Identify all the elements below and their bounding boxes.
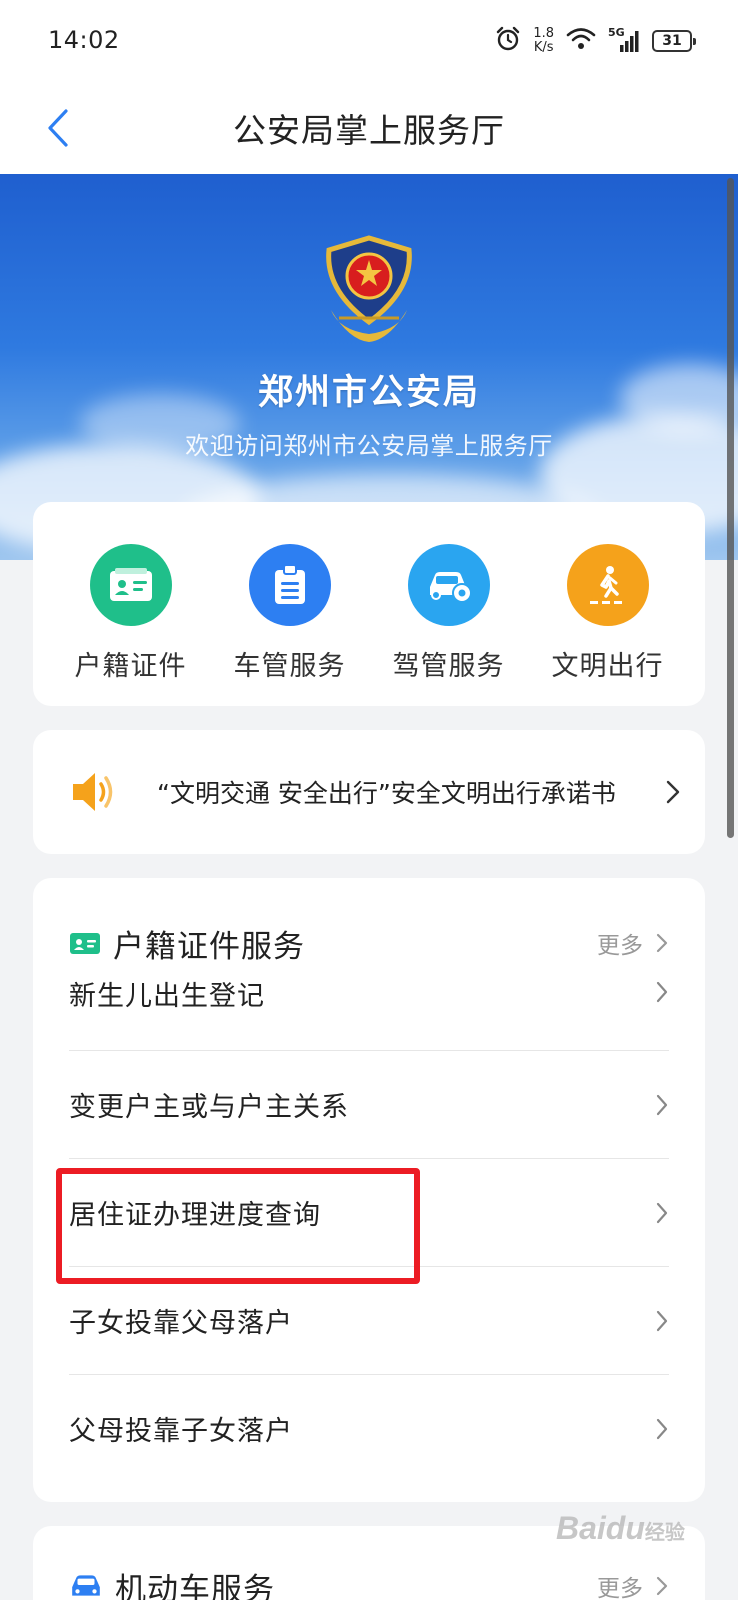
app-screen: 14:02 1.8 K/s 5G 31 公安局掌上服务厅 郑州市公安局 欢迎访问… [0, 0, 738, 1600]
chevron-right-icon [656, 933, 668, 953]
car-icon [72, 1575, 100, 1596]
status-icons: 1.8 K/s 5G 31 [495, 24, 696, 58]
service-row-residence-permit-progress[interactable]: 居住证办理进度查询 [69, 1158, 669, 1266]
scrollbar[interactable] [727, 178, 734, 838]
more-link[interactable]: 更多 [597, 1569, 669, 1600]
section-title: 户籍证件服务 [113, 928, 305, 965]
quick-label: 户籍证件 [74, 651, 187, 682]
chevron-right-icon [656, 1094, 668, 1115]
quick-label: 车管服务 [233, 651, 346, 682]
quick-item-driver[interactable]: 驾管服务 [374, 502, 524, 706]
speaker-icon [73, 773, 113, 811]
banner-title: 郑州市公安局 [257, 373, 480, 413]
watermark-brand: Baidu [556, 1510, 645, 1546]
more-label: 更多 [597, 1576, 643, 1600]
car-gear-icon [407, 544, 490, 626]
service-row-newborn[interactable]: 新生儿出生登记 [69, 974, 669, 1050]
net-speed-unit: K/s [533, 40, 554, 55]
police-emblem-icon [326, 235, 412, 342]
chevron-right-icon [656, 981, 668, 1003]
net-speed: 1.8 K/s [533, 27, 554, 55]
pedestrian-crossing-icon [566, 544, 649, 626]
more-link[interactable]: 更多 [597, 926, 669, 960]
badge-icon [248, 544, 331, 626]
page-title: 公安局掌上服务厅 [233, 111, 505, 150]
chevron-right-icon [656, 1576, 668, 1596]
service-row-parents-join-children[interactable]: 父母投靠子女落户 [69, 1374, 669, 1482]
alarm-icon [495, 26, 521, 56]
service-label: 新生儿出生登记 [69, 981, 265, 1012]
cellular-signal-icon: 5G [608, 26, 640, 54]
section-title: 机动车服务 [115, 1571, 275, 1600]
quick-item-vehicle[interactable]: 车管服务 [215, 502, 365, 706]
notice-banner[interactable]: “文明交通 安全出行”安全文明出行承诺书 [33, 730, 705, 854]
status-bar: 14:02 1.8 K/s 5G 31 [0, 0, 738, 84]
quick-item-household[interactable]: 户籍证件 [56, 502, 206, 706]
chevron-right-icon [666, 780, 680, 804]
quick-label: 文明出行 [551, 651, 664, 682]
quick-services-card: 户籍证件 车管服务 驾管服务 文明出行 [33, 502, 705, 706]
id-card-icon [70, 933, 100, 954]
quick-item-civilized[interactable]: 文明出行 [533, 502, 683, 706]
chevron-right-icon [656, 1418, 668, 1439]
service-label: 居住证办理进度查询 [69, 1200, 321, 1231]
notice-text: “文明交通 安全出行”安全文明出行承诺书 [157, 779, 616, 808]
service-label: 变更户主或与户主关系 [69, 1092, 349, 1123]
service-label: 子女投靠父母落户 [69, 1308, 293, 1339]
service-row-children-join-parents[interactable]: 子女投靠父母落户 [69, 1266, 669, 1374]
quick-label: 驾管服务 [392, 651, 505, 682]
service-label: 父母投靠子女落户 [69, 1416, 293, 1447]
household-services-card: 户籍证件服务 更多 新生儿出生登记 变更户主或与户主关系 居住证办理进度查询 子… [33, 878, 705, 1502]
banner-subtitle: 欢迎访问郑州市公安局掌上服务厅 [185, 432, 553, 460]
more-label: 更多 [597, 933, 643, 959]
service-row-change-householder[interactable]: 变更户主或与户主关系 [69, 1050, 669, 1158]
baidu-watermark: Baidu经验 [556, 1510, 685, 1547]
nav-bar: 公安局掌上服务厅 [0, 84, 738, 174]
chevron-right-icon [656, 1310, 668, 1331]
wifi-icon [566, 27, 596, 55]
battery-indicator: 31 [652, 30, 696, 52]
watermark-suffix: 经验 [644, 1522, 685, 1544]
id-card-icon [89, 544, 172, 626]
net-speed-value: 1.8 [533, 26, 554, 41]
chevron-right-icon [656, 1202, 668, 1223]
status-time: 14:02 [48, 26, 120, 54]
